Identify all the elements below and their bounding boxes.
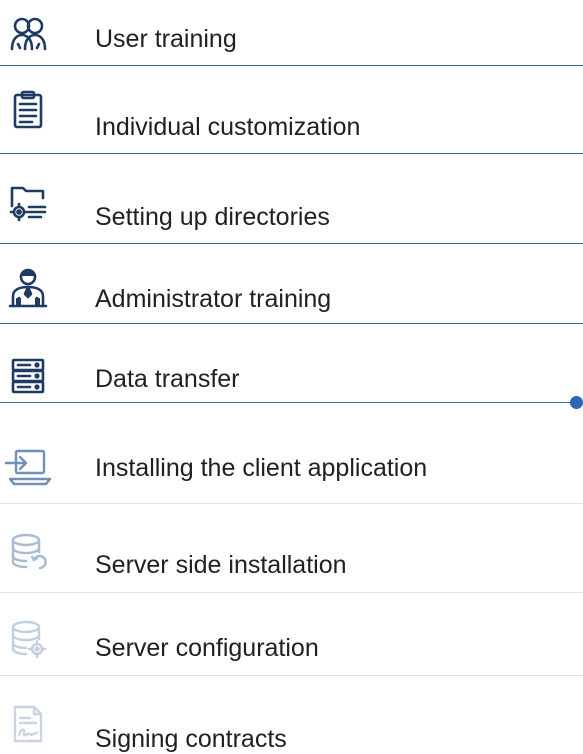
list-item-label: Server side installation xyxy=(95,551,347,579)
list-item-signing-contracts[interactable]: Signing contracts xyxy=(0,676,583,754)
list-item-label: User training xyxy=(95,25,237,53)
list-item-installing-client-application[interactable]: Installing the client application xyxy=(0,403,583,503)
folder-gear-icon xyxy=(8,182,48,222)
list-item-label: Server configuration xyxy=(95,634,319,662)
training-list: User training Individual customization S… xyxy=(0,0,583,754)
list-item-data-transfer[interactable]: Data transfer xyxy=(0,324,583,403)
list-item-label: Setting up directories xyxy=(95,203,330,231)
database-refresh-icon xyxy=(8,532,48,572)
database-gear-icon xyxy=(8,619,48,659)
list-item-label: Individual customization xyxy=(95,113,361,141)
laptop-install-icon xyxy=(4,447,52,487)
contract-signature-icon xyxy=(8,704,48,744)
clipboard-icon xyxy=(8,90,48,130)
list-item-label: Administrator training xyxy=(95,285,332,313)
list-item-server-configuration[interactable]: Server configuration xyxy=(0,593,583,675)
list-item-administrator-training[interactable]: Administrator training xyxy=(0,244,583,324)
list-item-label: Installing the client application xyxy=(95,454,428,482)
list-item-server-side-installation[interactable]: Server side installation xyxy=(0,504,583,592)
server-transfer-icon xyxy=(8,356,48,396)
list-item-individual-customization[interactable]: Individual customization xyxy=(0,66,583,154)
list-item-label: Data transfer xyxy=(95,365,240,393)
list-item-setting-up-directories[interactable]: Setting up directories xyxy=(0,154,583,244)
list-item-user-training[interactable]: User training xyxy=(0,0,583,66)
list-item-label: Signing contracts xyxy=(95,725,287,753)
admin-icon xyxy=(8,268,48,308)
users-icon xyxy=(8,14,48,54)
